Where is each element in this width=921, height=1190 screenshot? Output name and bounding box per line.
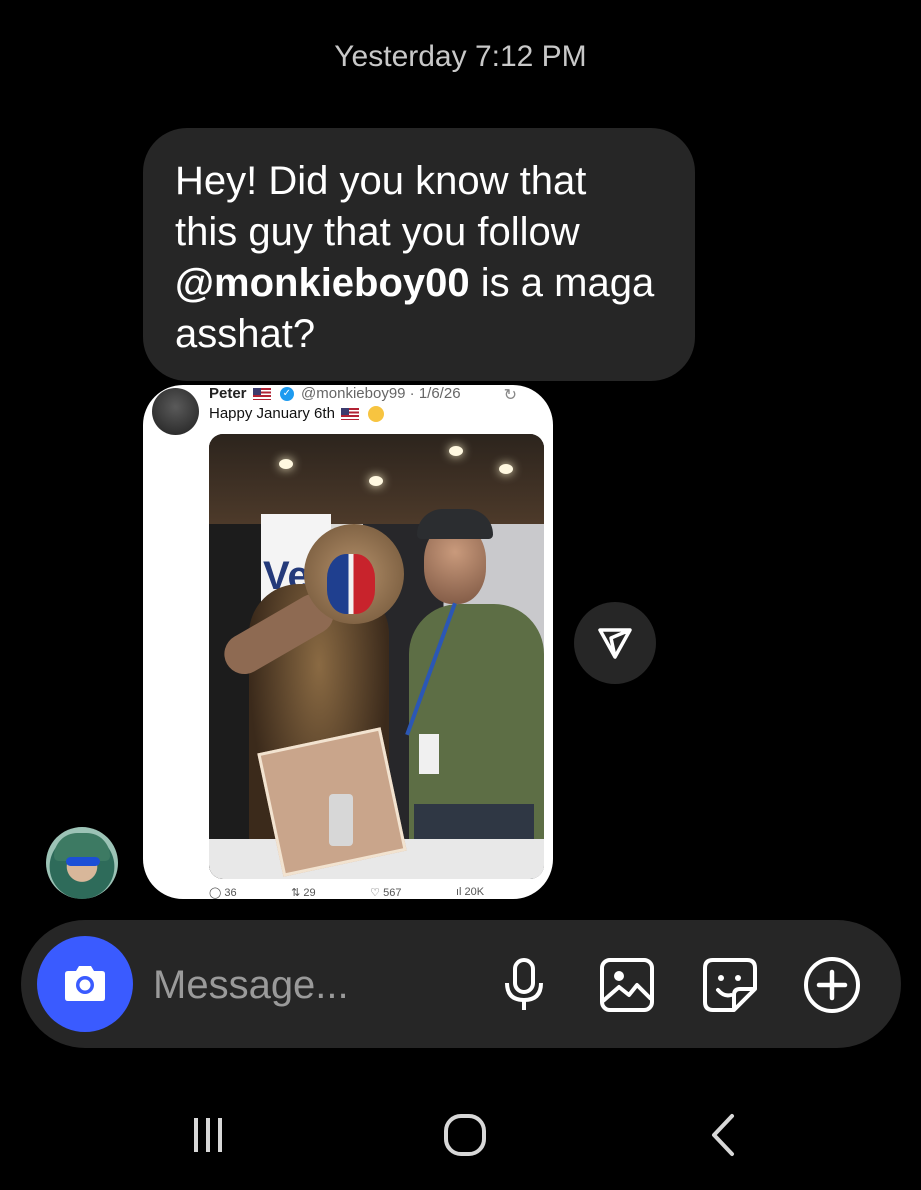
back-button[interactable] — [693, 1110, 753, 1160]
heart-icon: ♡ — [370, 887, 384, 899]
text-message-bubble[interactable]: Hey! Did you know that this guy that you… — [143, 128, 695, 381]
verified-icon: ✓ — [279, 387, 294, 402]
reply-icon: ◯ — [209, 887, 225, 899]
post-text: Happy January 6th — [209, 405, 385, 423]
repost-icon: ⇅ — [291, 887, 304, 899]
mention-link[interactable]: monkieboy00 — [214, 261, 470, 305]
share-button[interactable] — [574, 602, 656, 684]
avatar-glasses — [66, 857, 100, 866]
recents-button[interactable] — [178, 1110, 238, 1160]
message-timestamp: Yesterday 7:12 PM — [334, 40, 587, 73]
post-author-avatar — [152, 388, 199, 435]
message-line-3: @monkieboy00 is a maga — [175, 258, 665, 309]
us-flag-icon — [341, 408, 360, 421]
photo-light — [369, 476, 383, 486]
post-text-content: Happy January 6th — [209, 405, 335, 422]
sender-avatar[interactable] — [46, 827, 118, 899]
message-line-4: asshat? — [175, 312, 316, 356]
system-navigation-bar — [0, 1085, 921, 1190]
sticker-icon — [703, 958, 757, 1012]
threads-icon: @ — [175, 261, 215, 305]
sticker-button[interactable] — [701, 956, 759, 1014]
repost-count: 29 — [303, 887, 316, 899]
recents-icon — [194, 1118, 222, 1152]
views-count: 20K — [464, 886, 485, 898]
photo-badge — [419, 734, 439, 774]
grin-emoji-icon — [368, 406, 385, 423]
views-icon: ıl — [455, 886, 465, 898]
repost-icon: ↻ — [503, 387, 517, 404]
post-stats: ◯ 36 ⇅ 29 ♡ 567 ıl 20K ▢ — [209, 886, 549, 899]
back-icon — [712, 1114, 734, 1156]
image-icon — [600, 958, 654, 1012]
message-line-2: this guy that you follow — [175, 210, 580, 254]
bookmark-icon: ▢ — [538, 887, 549, 899]
message-line-1: Hey! Did you know that — [175, 159, 587, 203]
post-author-name: Peter — [209, 385, 247, 402]
gallery-button[interactable] — [598, 956, 656, 1014]
message-composer — [21, 920, 901, 1048]
reply-count: 36 — [224, 887, 237, 899]
message-input[interactable] — [153, 960, 453, 1010]
shared-post-card[interactable]: Peter ✓ @monkieboy99 · 1/6/26 ↻ Happy Ja… — [143, 385, 553, 899]
home-icon — [444, 1114, 486, 1156]
post-header: Peter ✓ @monkieboy99 · 1/6/26 — [209, 385, 461, 402]
photo-light — [279, 459, 293, 469]
message-line-3-rest: is a maga — [469, 261, 655, 305]
like-count: 567 — [383, 887, 402, 899]
send-icon — [598, 628, 632, 659]
microphone-button[interactable] — [495, 956, 553, 1014]
like-stat: ♡ 567 — [370, 886, 401, 899]
views-stat: ıl 20K — [456, 886, 484, 899]
home-button[interactable] — [435, 1110, 495, 1160]
photo-light — [499, 464, 513, 474]
post-handle-date: @monkieboy99 · 1/6/26 — [301, 385, 461, 402]
us-flag-icon — [252, 388, 271, 401]
photo-cup — [329, 794, 353, 846]
camera-button[interactable] — [37, 936, 133, 1032]
repost-stat: ⇅ 29 — [291, 886, 316, 899]
camera-icon — [65, 966, 105, 1001]
photo-cap — [417, 509, 493, 539]
photo-painted-face — [327, 554, 375, 614]
microphone-icon — [505, 958, 543, 1010]
reply-stat: ◯ 36 — [209, 886, 237, 899]
more-button[interactable] — [803, 956, 861, 1014]
post-photo: Ve — [209, 434, 544, 879]
photo-light — [449, 446, 463, 456]
plus-circle-icon — [804, 957, 860, 1013]
